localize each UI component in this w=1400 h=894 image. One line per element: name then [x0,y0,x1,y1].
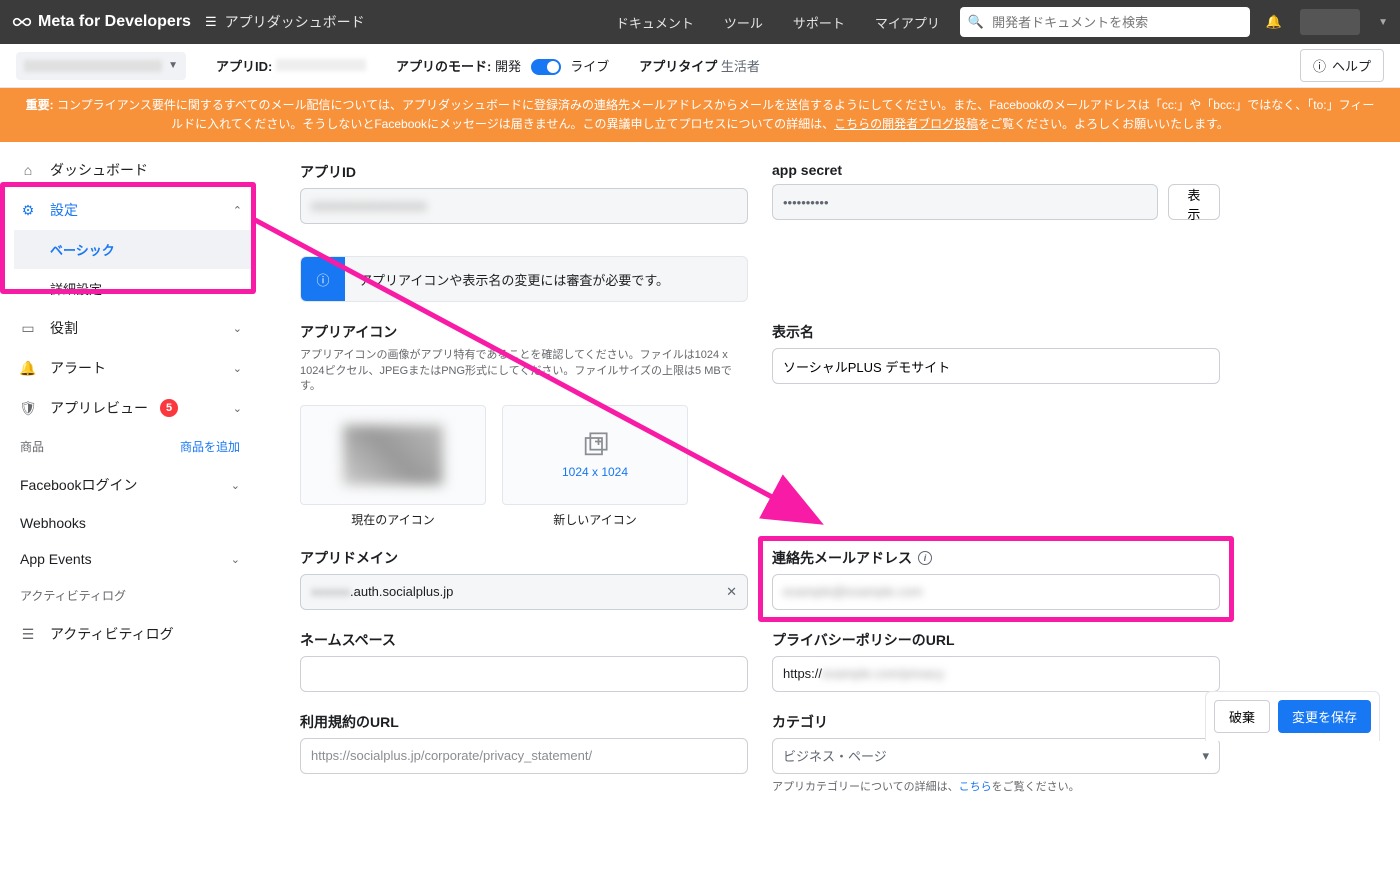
sidebar-item-dashboard[interactable]: ⌂ ダッシュボード [6,150,254,190]
user-menu[interactable] [1300,9,1360,35]
chevron-down-icon: ⌄ [233,322,242,335]
chevron-down-icon: ⌄ [233,402,242,415]
field-label-category: カテゴリ [772,712,1220,732]
field-label-appid: アプリID [300,162,748,182]
review-count-badge: 5 [160,399,178,417]
question-icon: ⓘ [1313,56,1326,75]
category-select[interactable]: ビジネス・ページ▾ [772,738,1220,774]
app-mode-toggle: アプリのモード: 開発 ライブ [396,56,609,76]
current-icon-preview [300,405,486,505]
app-id-display: アプリID: [216,56,366,75]
products-section-header: 商品 商品を追加 [6,428,254,465]
help-button[interactable]: ⓘ ヘルプ [1300,49,1384,82]
chevron-down-icon[interactable]: ▼ [1378,17,1388,28]
activity-section-header: アクティビティログ [6,577,254,614]
brand-text: Meta for Developers [38,13,191,31]
app-domain-chip[interactable]: xxxxxx.auth.socialplus.jp ✕ [300,574,748,610]
save-button[interactable]: 変更を保存 [1278,700,1371,733]
discard-button[interactable]: 破棄 [1214,700,1270,733]
remove-domain-icon[interactable]: ✕ [726,584,737,600]
add-product-link[interactable]: 商品を追加 [180,438,240,455]
info-icon[interactable]: i [918,551,932,565]
field-label-appicon: アプリアイコン [300,322,748,342]
sidebar-item-app-review[interactable]: 🛡 アプリレビュー 5 ⌄ [6,388,254,428]
breadcrumb-title: アプリダッシュボード [225,12,365,32]
category-help-link[interactable]: こちら [959,781,992,793]
chevron-up-icon: ⌃ [233,204,242,217]
contact-email-input[interactable]: example@example.com [772,574,1220,610]
sidebar-item-alerts[interactable]: 🔔 アラート ⌄ [6,348,254,388]
sidebar-sub-advanced[interactable]: 詳細設定 [14,269,254,308]
app-selector-dropdown[interactable]: ▼ [16,52,186,80]
nav-tools[interactable]: ツール [724,13,763,32]
banner-link[interactable]: こちらの開発者ブログ投稿 [834,117,978,131]
compliance-banner: 重要: コンプライアンス要件に関するすべてのメール配信については、アプリダッシュ… [0,88,1400,142]
field-label-namespace: ネームスペース [300,630,748,650]
review-required-banner: ⓘ アプリアイコンや表示名の変更には審査が必要です。 [300,256,748,302]
sidebar-product-appevents[interactable]: App Events⌄ [6,541,254,577]
field-label-tos-url: 利用規約のURL [300,712,748,732]
infinity-icon [12,12,32,32]
sidebar-item-settings[interactable]: ⚙ 設定 ⌃ [6,190,254,230]
header-nav: ドキュメント ツール サポート マイアプリ [616,13,940,32]
gear-icon: ⚙ [18,202,38,219]
sidebar: ⌂ ダッシュボード ⚙ 設定 ⌃ ベーシック 詳細設定 ▭ 役割 ⌄ 🔔 アラー… [0,142,260,893]
meta-logo[interactable]: Meta for Developers [12,12,191,32]
tos-url-input[interactable] [300,738,748,774]
sidebar-product-webhooks[interactable]: Webhooks [6,505,254,541]
field-label-displayname: 表示名 [772,322,1220,342]
chevron-down-icon: ▾ [1202,748,1209,764]
settings-form: アプリID 0000000000000000 app secret 表示 ⓘ ア… [260,142,1260,893]
new-icon-upload[interactable]: 1024 x 1024 [502,405,688,505]
appicon-help-text: アプリアイコンの画像がアプリ特有であることを確認してください。ファイルは1024… [300,348,748,394]
sidebar-product-fblogin[interactable]: Facebookログイン⌄ [6,465,254,505]
field-label-privacy-url: プライバシーポリシーのURL [772,630,1220,650]
chevron-down-icon: ⌄ [233,362,242,375]
upload-image-icon [581,431,609,459]
hamburger-icon[interactable]: ☰ [205,14,217,30]
display-name-input[interactable] [772,348,1220,384]
shield-icon: 🛡 [18,400,38,417]
namespace-input[interactable] [300,656,748,692]
privacy-url-input[interactable]: https://example.com/privacy [772,656,1220,692]
bell-icon: 🔔 [18,360,38,377]
app-id-field: 0000000000000000 [300,188,748,224]
sidebar-item-roles[interactable]: ▭ 役割 ⌄ [6,308,254,348]
mode-toggle-switch[interactable] [531,59,561,75]
global-header: Meta for Developers ☰ アプリダッシュボード ドキュメント … [0,0,1400,44]
app-secret-field [772,184,1158,220]
search-icon: 🔍 [968,14,984,30]
field-label-contact-email: 連絡先メールアドレス i [772,548,1220,568]
info-icon: ⓘ [301,257,345,301]
nav-support[interactable]: サポート [793,13,845,32]
list-icon: ☰ [18,626,38,643]
field-label-appsecret: app secret [772,162,1220,178]
save-bar: 破棄 変更を保存 [1205,691,1380,741]
show-secret-button[interactable]: 表示 [1168,184,1220,220]
nav-myapps[interactable]: マイアプリ [875,13,940,32]
field-label-appdomain: アプリドメイン [300,548,748,568]
id-card-icon: ▭ [18,320,38,337]
home-icon: ⌂ [18,162,38,178]
sidebar-item-activity-log[interactable]: ☰ アクティビティログ [6,614,254,654]
search-input[interactable] [992,15,1242,30]
nav-docs[interactable]: ドキュメント [616,13,694,32]
search-box[interactable]: 🔍 [960,7,1250,37]
app-subheader: ▼ アプリID: アプリのモード: 開発 ライブ アプリタイプ 生活者 ⓘ ヘル… [0,44,1400,88]
app-type-display: アプリタイプ 生活者 [639,56,760,75]
sidebar-sub-basic[interactable]: ベーシック [14,230,254,269]
bell-icon[interactable]: 🔔 [1266,14,1282,30]
category-help: アプリカテゴリーについての詳細は、こちらをご覧ください。 [772,778,1220,794]
